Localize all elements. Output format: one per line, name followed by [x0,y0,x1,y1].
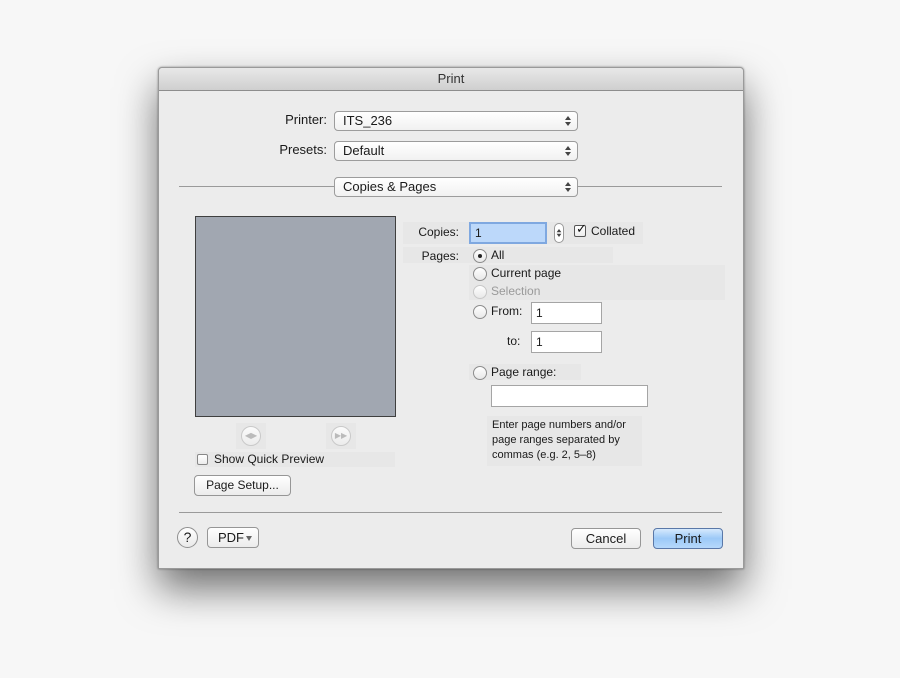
copies-stepper[interactable] [554,223,564,243]
next-page-icon[interactable]: ▶▶ [331,426,351,446]
pages-all-radio[interactable] [473,249,487,263]
copies-label: Copies: [418,225,459,239]
printer-value: ITS_236 [343,113,393,128]
page-range-hint-line3: commas (e.g. 2, 5–8) [492,449,596,461]
page-range-hint-line1: Enter page numbers and/or [492,419,626,431]
window-title: Print [159,68,743,91]
print-dialog: Print Printer: ITS_236 Presets: Default … [158,67,744,569]
pages-from-label: From: [491,304,523,318]
printer-select[interactable]: ITS_236 [334,111,578,131]
show-quick-preview-label: Show Quick Preview [214,452,325,466]
pdf-label: PDF [218,530,244,545]
separator-left [179,186,334,187]
pages-label: Pages: [421,249,459,263]
updown-arrows-icon [564,180,572,194]
print-button[interactable]: Print [653,528,723,549]
pages-current-radio[interactable] [473,267,487,281]
collated-checkbox[interactable]: ✓ [574,221,587,237]
show-quick-preview-checkbox[interactable] [197,454,208,465]
from-input[interactable]: 1 [531,302,602,324]
pages-from-radio[interactable] [473,305,487,319]
stepper-arrows-icon [556,227,562,238]
presets-select[interactable]: Default [334,141,578,161]
to-input[interactable]: 1 [531,331,602,353]
separator-right [578,186,722,187]
dropdown-triangle-icon [246,536,252,541]
section-value: Copies & Pages [343,179,437,194]
collated-label: Collated [591,224,636,238]
section-select[interactable]: Copies & Pages [334,177,578,197]
checkmark-icon: ✓ [576,221,587,236]
pages-selection-label: Selection [491,284,541,298]
presets-value: Default [343,143,385,158]
pages-selection-radio [473,285,487,299]
prev-page-icon[interactable]: ◀▶ [241,426,261,446]
updown-arrows-icon [564,114,572,128]
printer-label: Printer: [285,112,327,127]
copies-input[interactable]: 1 [469,222,547,244]
help-button[interactable]: ? [177,527,198,548]
cancel-button[interactable]: Cancel [571,528,641,549]
page-range-input[interactable] [491,385,648,407]
pages-all-label: All [491,248,505,262]
bottom-separator [179,512,722,513]
page-setup-button[interactable]: Page Setup... [194,475,291,496]
updown-arrows-icon [564,144,572,158]
presets-label: Presets: [279,142,327,157]
page-preview [195,216,396,417]
pdf-menu-button[interactable]: PDF [207,527,259,548]
pages-range-radio[interactable] [473,366,487,380]
page-range-hint-line2: page ranges separated by [492,434,620,446]
to-label: to: [507,334,521,348]
pages-range-label: Page range: [491,365,557,379]
pages-current-label: Current page [491,266,562,280]
